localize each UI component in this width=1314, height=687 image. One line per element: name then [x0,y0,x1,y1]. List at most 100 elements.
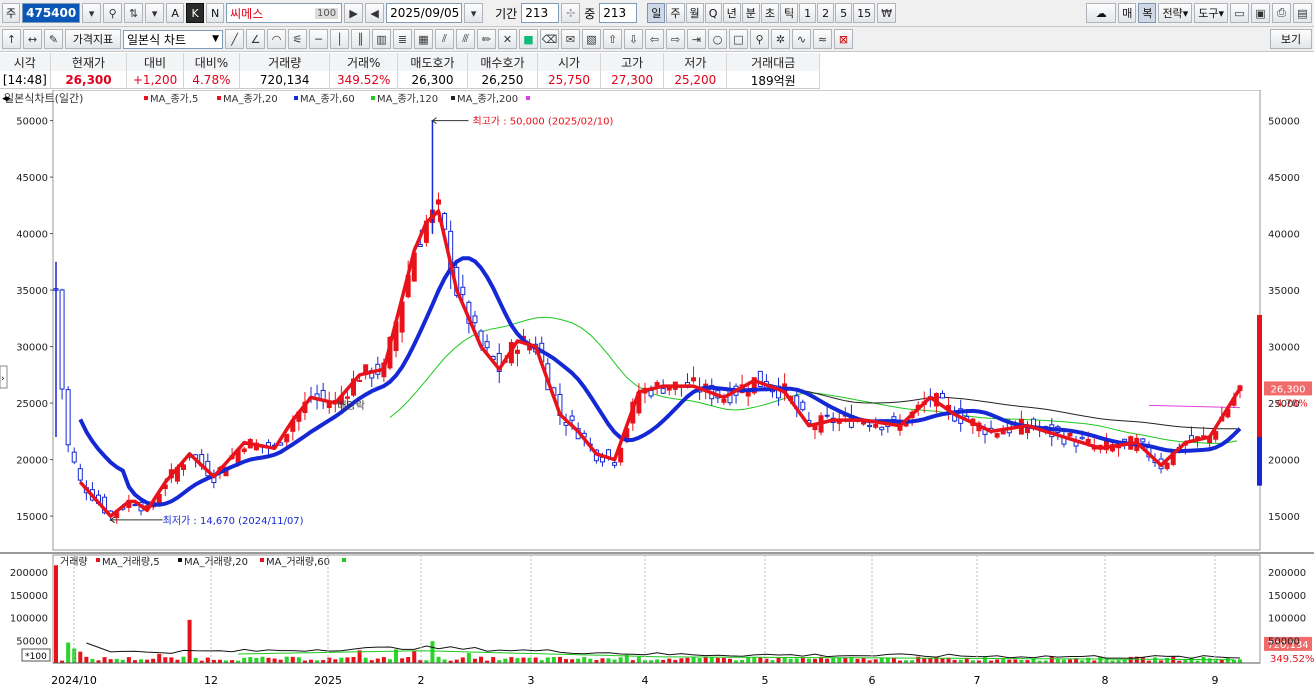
quote-header-11: 거래대금 [726,53,820,71]
fit-icon[interactable]: ✣ [561,3,581,23]
search-icon[interactable]: ⚲ [103,3,123,23]
volume-bar [606,658,611,663]
list-tool-icon[interactable]: ≣ [393,29,412,49]
volume-bar [727,658,732,663]
export-tool-icon[interactable]: ⇥ [687,29,706,49]
pencil-tool-icon[interactable]: ✏ [477,29,496,49]
window-icon[interactable]: ▤ [1293,3,1312,23]
grid-tool-icon[interactable]: ▥ [372,29,391,49]
left-tool-icon[interactable]: ⇦ [645,29,664,49]
stock-code-input[interactable]: 475400 [22,3,81,23]
period-3[interactable]: Q [704,3,722,23]
btn-duplicate[interactable]: 복 [1138,3,1157,23]
color-tool-icon[interactable]: ■ [519,29,538,49]
next-icon[interactable]: ▶ [344,3,364,23]
btn-strategy[interactable]: 전략 ▾ [1158,3,1193,23]
folder-icon[interactable]: ▭ [1230,3,1249,23]
period-1[interactable]: 주 [666,3,685,23]
volume-bar [296,657,301,663]
period-9[interactable]: 2 [817,3,835,23]
parallel-tool-icon[interactable]: ⫻ [456,29,475,49]
erase-tool-icon[interactable]: ⌫ [540,29,559,49]
candle-body [181,464,187,470]
period-6[interactable]: 초 [760,3,780,23]
volume-bar [1031,658,1036,663]
bars-tool-icon[interactable]: ▦ [414,29,433,49]
price-tick-right-6: 20000 [1268,456,1300,467]
period-settings-icon[interactable]: ₩ [877,3,897,23]
zoom-tool-icon[interactable]: ⚲ [750,29,769,49]
fib-tool-icon[interactable]: ║ [351,29,370,49]
calendar-dropdown-icon[interactable]: ▾ [464,3,484,23]
arc-tool-icon[interactable]: ◠ [267,29,286,49]
candle-body [861,421,867,425]
save-icon[interactable]: ▣ [1251,3,1270,23]
wave2-tool-icon[interactable]: ≈ [813,29,832,49]
circle-tool-icon[interactable]: ○ [708,29,727,49]
legend-label-3: MA_종가,120 [377,93,438,105]
vol-legend-label-0: MA_거래량,5 [102,556,160,568]
code-dropdown-icon[interactable]: ▾ [82,3,102,23]
btn-buy[interactable]: 매 [1118,3,1137,23]
right-tool-icon[interactable]: ⇨ [666,29,685,49]
hline-tool-icon[interactable]: ─ [309,29,328,49]
period-8[interactable]: 1 [799,3,817,23]
stock-name-field[interactable]: 씨메스 100 [226,3,343,23]
period-0[interactable]: 일 [647,3,666,23]
price-chart[interactable]: 일본식차트(일간) MA_종가,5 MA_종가,20 MA_종가,60 MA_종가,12… [0,90,1314,687]
volume-bar [1067,659,1072,663]
legend-label-4: MA_종가,200 [457,93,518,105]
line-tool-icon[interactable]: ╱ [225,29,244,49]
sort-icon[interactable]: ⇅ [124,3,144,23]
btn-k[interactable]: K [186,3,205,23]
settings-icon[interactable]: ✎ [44,29,63,49]
channel-tool-icon[interactable]: ⫽ [435,29,454,49]
count-input[interactable]: 213 [599,3,638,23]
volume-bar [618,657,623,663]
volume-bar [400,658,405,663]
period-10[interactable]: 5 [835,3,853,23]
cross-tool-icon[interactable]: ✕ [498,29,517,49]
date-input[interactable]: 2025/09/05 [386,3,463,23]
rect-tool-icon[interactable]: □ [729,29,748,49]
vol-legend-label-1: MA_거래량,20 [184,556,248,568]
up-tool-icon[interactable]: ⇧ [603,29,622,49]
fan-tool-icon[interactable]: ⚟ [288,29,307,49]
wave-tool-icon[interactable]: ∿ [792,29,811,49]
volume-bar [90,658,95,663]
btn-tools[interactable]: 도구 ▾ [1194,3,1228,23]
arrow-up-icon[interactable]: ↑ [2,29,21,49]
legend-swatch-4 [451,96,455,100]
volume-bar [691,656,696,663]
dropdown-icon[interactable]: ▾ [145,3,165,23]
note-tool-icon[interactable]: ✉ [561,29,580,49]
view-button[interactable]: 보기 [1270,29,1312,49]
arrow-lr-icon[interactable]: ↔ [23,29,42,49]
vline-tool-icon[interactable]: │ [330,29,349,49]
period-4[interactable]: 년 [722,3,741,23]
period-2[interactable]: 월 [685,3,704,23]
prev-icon[interactable]: ◀ [365,3,385,23]
image-tool-icon[interactable]: ▧ [582,29,601,49]
market-select[interactable]: 주 [2,3,21,23]
volume-bar [928,658,933,663]
btn-n[interactable]: N [206,3,225,23]
angle-tool-icon[interactable]: ∠ [246,29,265,49]
candle-body [873,423,879,428]
btn-a[interactable]: A [166,3,185,23]
period-5[interactable]: 분 [741,3,760,23]
magic-tool-icon[interactable]: ✲ [771,29,790,49]
volume-bar [254,657,259,663]
print-icon[interactable]: ⎙ [1272,3,1291,23]
chart-type-select[interactable]: 일본식 차트 ▼ [123,29,223,49]
period-11[interactable]: 15 [853,3,876,23]
period-input[interactable]: 213 [521,3,560,23]
volume-bar [551,657,556,663]
volume-bar [636,656,641,663]
indicator-select[interactable]: 가격지표 [65,29,121,49]
down-tool-icon[interactable]: ⇩ [624,29,643,49]
delete-tool-icon[interactable]: ⊠ [834,29,853,49]
volume-bar [855,658,860,663]
cloud-icon[interactable]: ☁ [1086,3,1117,23]
period-7[interactable]: 틱 [780,3,799,23]
